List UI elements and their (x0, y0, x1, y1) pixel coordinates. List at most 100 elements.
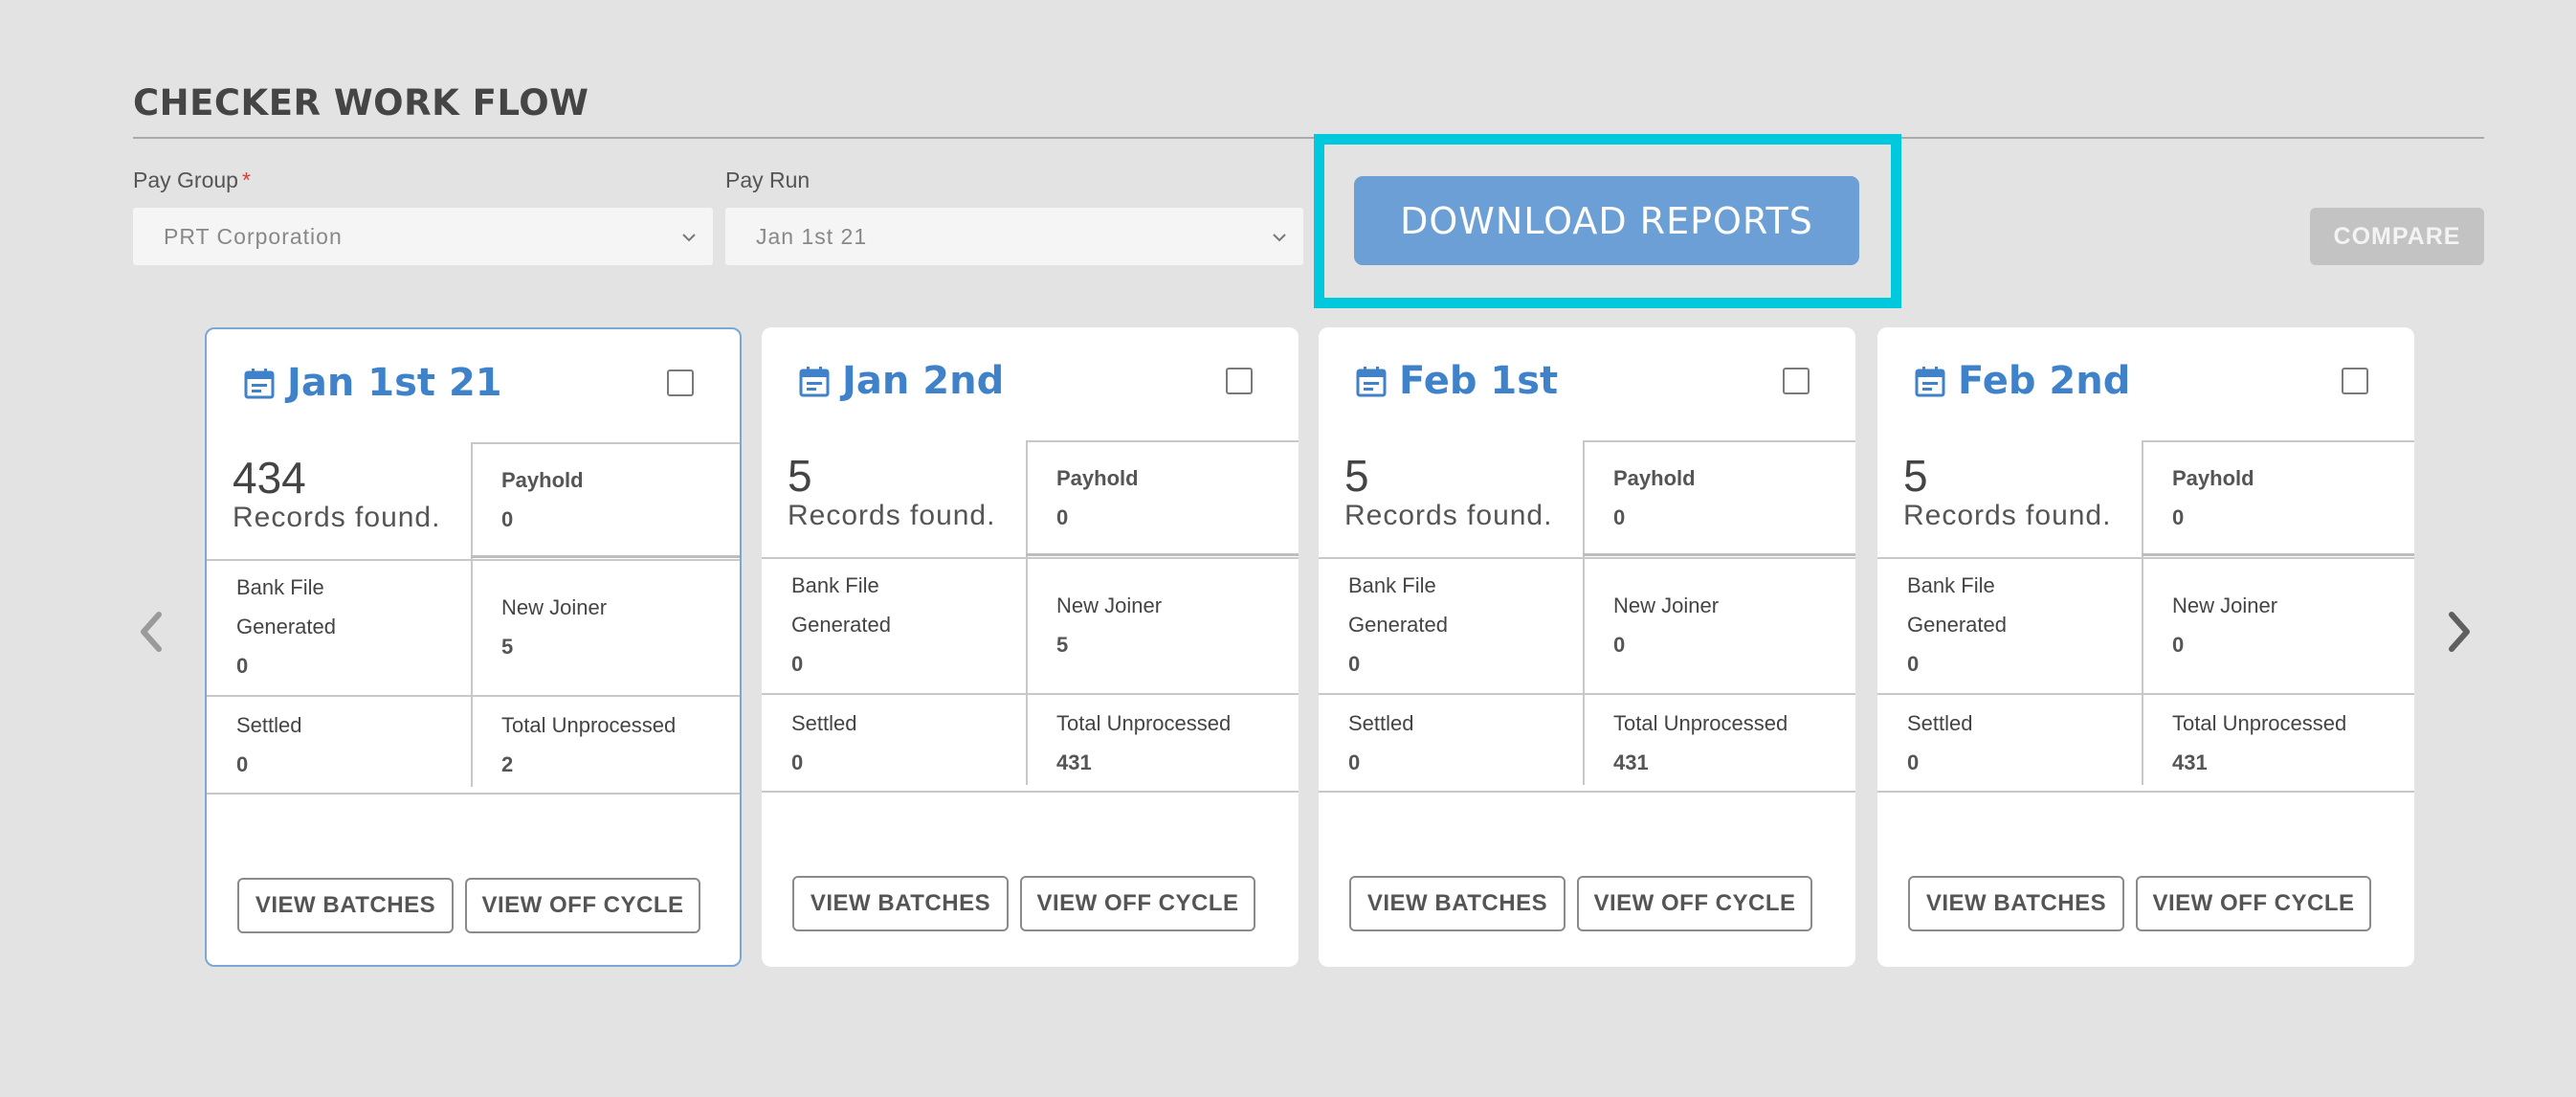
total-unprocessed-stat: Total Unprocessed 431 (1056, 704, 1231, 782)
divider (2142, 440, 2143, 785)
pay-group-label-text: Pay Group (133, 168, 238, 192)
records-label: Records found. (233, 502, 441, 533)
new-joiner-stat: New Joiner 0 (2172, 586, 2277, 664)
new-joiner-stat: New Joiner 5 (501, 588, 607, 666)
payhold-label: Payhold (1056, 466, 1139, 490)
pay-run-select[interactable]: Jan 1st 21 (725, 208, 1303, 265)
records-count: 434 (233, 453, 306, 503)
bank-file-value: 0 (236, 654, 249, 678)
bank-file-stat: Bank File Generated 0 (1348, 566, 1448, 683)
card-select-checkbox[interactable] (2342, 368, 2368, 394)
pay-run-card[interactable]: Jan 1st 21 434 Records found. Payhold 0 … (205, 327, 742, 967)
divider (207, 695, 740, 697)
settled-stat: Settled 0 (1348, 704, 1414, 782)
divider (1877, 693, 2414, 695)
divider (762, 693, 1299, 695)
card-select-checkbox[interactable] (1226, 368, 1253, 394)
card-header: Feb 2nd (1877, 327, 2414, 442)
card-select-checkbox[interactable] (1783, 368, 1810, 394)
records-label: Records found. (1903, 500, 2112, 531)
divider (207, 559, 740, 561)
payhold-stat: Payhold 0 (1613, 459, 1696, 537)
divider (1877, 791, 2414, 793)
view-batches-button[interactable]: VIEW BATCHES (1908, 876, 2124, 931)
card-header: Jan 2nd (762, 327, 1299, 442)
pay-group-select[interactable]: PRT Corporation (133, 208, 713, 265)
divider (207, 793, 740, 795)
divider (1583, 553, 1855, 556)
bank-file-value: 0 (1907, 652, 1920, 676)
divider (1877, 557, 2414, 559)
pay-run-card[interactable]: Feb 2nd 5 Records found. Payhold 0 Bank … (1877, 327, 2414, 967)
card-select-checkbox[interactable] (667, 369, 694, 396)
records-label: Records found. (1344, 500, 1553, 531)
download-reports-button[interactable]: DOWNLOAD REPORTS (1354, 176, 1859, 265)
total-unprocessed-label: Total Unprocessed (1613, 711, 1788, 735)
bank-file-label-line2: Generated (1348, 613, 1448, 637)
divider (1583, 440, 1855, 442)
calendar-icon (1915, 367, 1945, 397)
divider (471, 442, 473, 787)
divider (1026, 440, 1028, 785)
bank-file-label-line2: Generated (791, 613, 891, 637)
new-joiner-value: 5 (1056, 633, 1069, 657)
chevron-right-icon[interactable] (2438, 609, 2476, 655)
payhold-label: Payhold (2172, 466, 2254, 490)
bank-file-stat: Bank File Generated 0 (1907, 566, 2007, 683)
bank-file-label-line1: Bank File (1348, 573, 1436, 597)
view-off-cycle-button[interactable]: VIEW OFF CYCLE (1577, 876, 1812, 931)
card-date: Feb 1st (1399, 359, 1559, 403)
divider (2142, 553, 2414, 556)
chevron-left-icon[interactable] (134, 609, 172, 655)
divider (762, 557, 1299, 559)
payhold-value: 0 (1056, 505, 1069, 529)
page-title: CHECKER WORK FLOW (133, 82, 589, 123)
divider (1319, 693, 1855, 695)
payhold-value: 0 (1613, 505, 1626, 529)
divider (2142, 440, 2414, 442)
pay-run-card[interactable]: Jan 2nd 5 Records found. Payhold 0 Bank … (762, 327, 1299, 967)
records-count: 5 (788, 451, 812, 501)
divider (1319, 557, 1855, 559)
settled-stat: Settled 0 (1907, 704, 1973, 782)
compare-button[interactable]: COMPARE (2310, 208, 2484, 265)
payhold-stat: Payhold 0 (1056, 459, 1139, 537)
bank-file-value: 0 (791, 652, 804, 676)
card-date: Feb 2nd (1958, 359, 2131, 403)
view-off-cycle-button[interactable]: VIEW OFF CYCLE (2136, 876, 2371, 931)
bank-file-label-line1: Bank File (1907, 573, 1995, 597)
total-unprocessed-value: 431 (2172, 750, 2208, 774)
total-unprocessed-label: Total Unprocessed (1056, 711, 1232, 735)
card-date: Jan 2nd (842, 359, 1005, 403)
settled-label: Settled (1348, 711, 1414, 735)
view-off-cycle-button[interactable]: VIEW OFF CYCLE (465, 878, 700, 933)
view-off-cycle-button[interactable]: VIEW OFF CYCLE (1020, 876, 1255, 931)
divider (1026, 553, 1299, 556)
view-batches-button[interactable]: VIEW BATCHES (792, 876, 1009, 931)
bank-file-value: 0 (1348, 652, 1361, 676)
required-mark: * (241, 168, 251, 192)
payhold-stat: Payhold 0 (501, 460, 584, 539)
bank-file-stat: Bank File Generated 0 (236, 568, 336, 685)
payhold-value: 0 (501, 507, 514, 531)
bank-file-stat: Bank File Generated 0 (791, 566, 891, 683)
payhold-stat: Payhold 0 (2172, 459, 2254, 537)
settled-value: 0 (791, 750, 804, 774)
records-count: 5 (1903, 451, 1928, 501)
records-label: Records found. (788, 500, 996, 531)
pay-run-label: Pay Run (725, 168, 811, 192)
payhold-value: 0 (2172, 505, 2185, 529)
pay-run-value: Jan 1st 21 (756, 223, 868, 249)
settled-value: 0 (1907, 750, 1920, 774)
settled-value: 0 (236, 752, 249, 776)
divider (1026, 440, 1299, 442)
pay-run-card[interactable]: Feb 1st 5 Records found. Payhold 0 Bank … (1319, 327, 1855, 967)
bank-file-label-line2: Generated (1907, 613, 2007, 637)
total-unprocessed-value: 2 (501, 752, 514, 776)
divider (762, 791, 1299, 793)
settled-label: Settled (1907, 711, 1973, 735)
settled-stat: Settled 0 (236, 705, 302, 784)
divider (471, 442, 740, 444)
view-batches-button[interactable]: VIEW BATCHES (1349, 876, 1566, 931)
view-batches-button[interactable]: VIEW BATCHES (237, 878, 454, 933)
